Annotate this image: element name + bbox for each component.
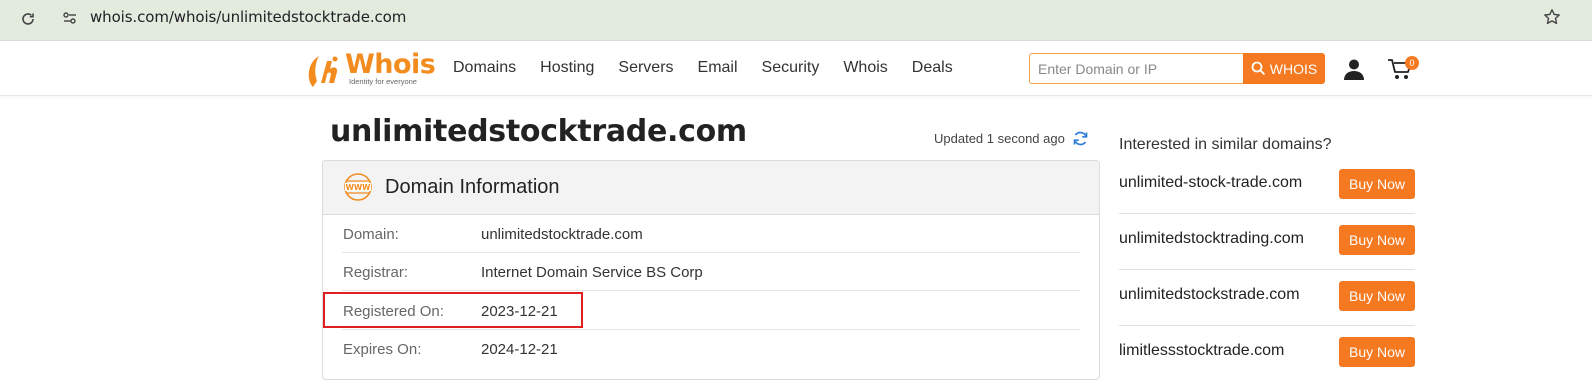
suggestion-row: unlimitedstockstrade.com Buy Now xyxy=(1119,270,1415,326)
buy-now-button[interactable]: Buy Now xyxy=(1339,337,1415,367)
domain-information-card: WWW Domain Information Domain: unlimited… xyxy=(322,160,1100,380)
info-row-registrar: Registrar: Internet Domain Service BS Co… xyxy=(342,253,1080,291)
suggestion-row: limitlessstocktrade.com Buy Now xyxy=(1119,326,1415,382)
card-header: WWW Domain Information xyxy=(323,161,1099,215)
site-settings-icon[interactable] xyxy=(60,8,80,28)
row-value: Internet Domain Service BS Corp xyxy=(481,264,703,281)
logo-mark-icon xyxy=(308,56,338,87)
row-label: Expires On: xyxy=(343,341,422,358)
refresh-icon[interactable] xyxy=(1072,130,1089,147)
browser-address-bar: whois.com/whois/unlimitedstocktrade.com xyxy=(0,0,1592,41)
search-button-label: WHOIS xyxy=(1269,60,1318,77)
nav-deals[interactable]: Deals xyxy=(912,58,953,78)
search-icon xyxy=(1251,61,1265,76)
suggested-domain: limitlessstocktrade.com xyxy=(1119,342,1285,359)
domain-search-input[interactable] xyxy=(1029,53,1244,84)
highlight-annotation-box xyxy=(323,292,583,328)
info-row-expires-on: Expires On: 2024-12-21 xyxy=(342,330,1080,368)
whois-logo[interactable]: Whois Identity for everyone xyxy=(305,49,436,89)
buy-now-button[interactable]: Buy Now xyxy=(1339,225,1415,255)
main-nav: Domains Hosting Servers Email Security W… xyxy=(453,58,977,78)
url-text[interactable]: whois.com/whois/unlimitedstocktrade.com xyxy=(90,8,406,26)
whois-search-button[interactable]: WHOIS xyxy=(1243,53,1325,84)
card-title: Domain Information xyxy=(385,176,560,198)
nav-hosting[interactable]: Hosting xyxy=(540,58,594,78)
suggestion-row: unlimited-stock-trade.com Buy Now xyxy=(1119,158,1415,214)
logo-word: Whois xyxy=(345,49,436,80)
row-label: Registrar: xyxy=(343,264,409,281)
suggested-domain: unlimitedstockstrade.com xyxy=(1119,286,1300,303)
nav-domains[interactable]: Domains xyxy=(453,58,516,78)
row-value: unlimitedstocktrade.com xyxy=(481,226,643,243)
bookmark-star-icon[interactable] xyxy=(1541,6,1563,28)
reload-icon[interactable] xyxy=(16,7,40,31)
logo-tagline: Identity for everyone xyxy=(349,77,417,86)
svg-text:WWW: WWW xyxy=(346,183,372,192)
nav-security[interactable]: Security xyxy=(762,58,820,78)
page-title: unlimitedstocktrade.com xyxy=(330,114,747,149)
nav-whois[interactable]: Whois xyxy=(843,58,887,78)
site-header: Whois Identity for everyone Domains Host… xyxy=(0,41,1592,96)
nav-email[interactable]: Email xyxy=(698,58,738,78)
similar-domains-title: Interested in similar domains? xyxy=(1119,136,1332,153)
suggested-domain: unlimited-stock-trade.com xyxy=(1119,174,1303,191)
cart-count-badge: 0 xyxy=(1405,56,1419,70)
updated-status: Updated 1 second ago xyxy=(934,131,1065,146)
user-account-icon[interactable] xyxy=(1342,58,1366,80)
info-row-domain: Domain: unlimitedstocktrade.com xyxy=(342,215,1080,253)
row-value: 2024-12-21 xyxy=(481,341,558,358)
buy-now-button[interactable]: Buy Now xyxy=(1339,281,1415,311)
row-label: Domain: xyxy=(343,226,399,243)
suggestion-row: unlimitedstocktrading.com Buy Now xyxy=(1119,214,1415,270)
www-globe-icon: WWW xyxy=(344,173,372,201)
buy-now-button[interactable]: Buy Now xyxy=(1339,169,1415,199)
nav-servers[interactable]: Servers xyxy=(618,58,673,78)
suggested-domain: unlimitedstocktrading.com xyxy=(1119,230,1304,247)
